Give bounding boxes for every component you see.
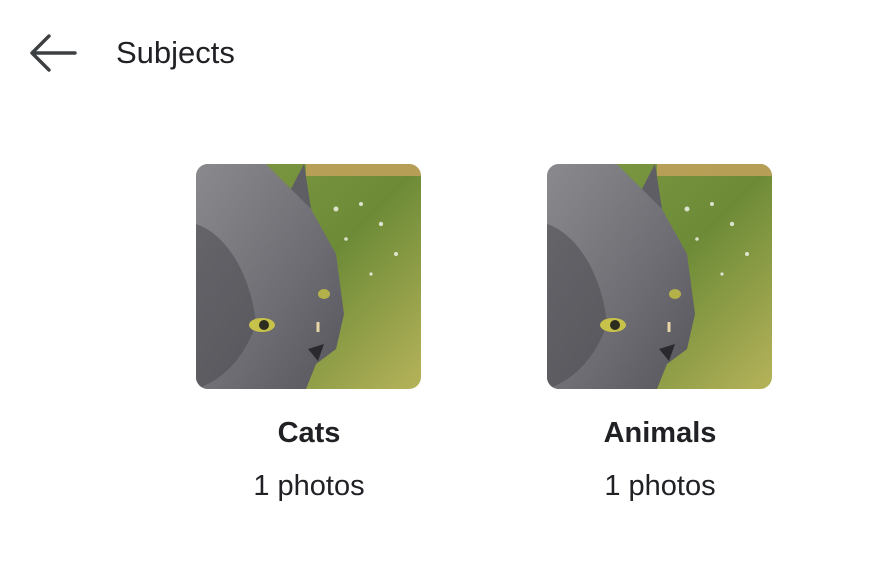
subject-card-animals[interactable]: Animals 1 photos [547, 164, 773, 503]
subject-name: Animals [603, 417, 717, 449]
subject-photo-count: 1 photos [253, 470, 365, 502]
page-title: Subjects [116, 35, 235, 70]
subject-photo-count: 1 photos [604, 470, 716, 502]
subject-thumbnail [547, 164, 772, 389]
top-app-bar: Subjects [0, 0, 894, 106]
subject-card-cats[interactable]: Cats 1 photos [196, 164, 422, 503]
subjects-grid: Cats 1 photos Animals 1 photos [0, 164, 894, 524]
subject-thumbnail [196, 164, 421, 389]
back-button[interactable] [22, 28, 82, 78]
arrow-left-icon [30, 34, 77, 72]
subject-name: Cats [277, 417, 341, 449]
